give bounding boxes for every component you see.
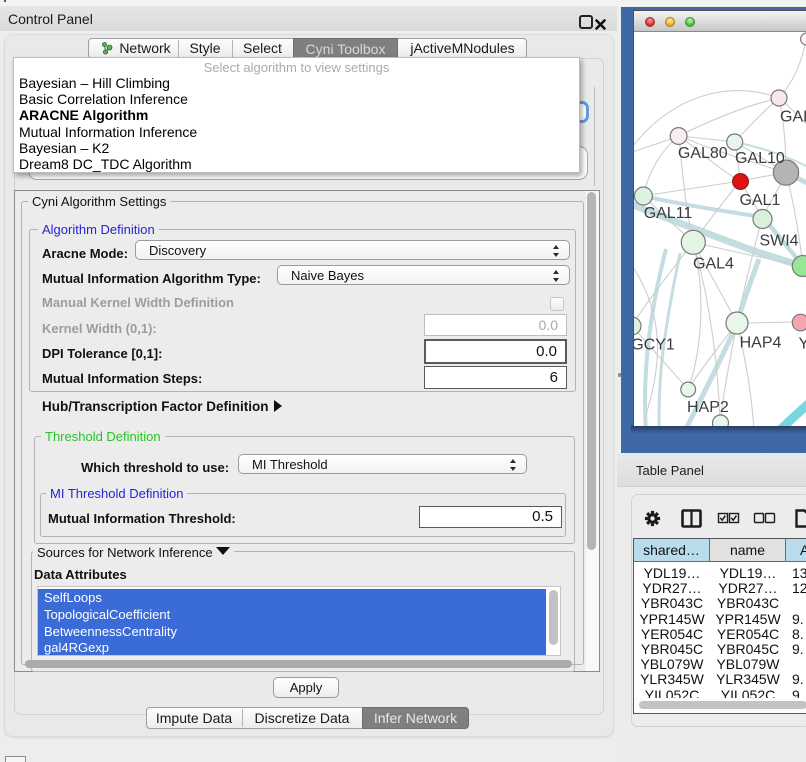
- svg-text:HAP2: HAP2: [687, 399, 729, 416]
- svg-text:HAP4: HAP4: [740, 335, 782, 352]
- svg-text:GAL11: GAL11: [644, 205, 693, 222]
- svg-text:YJ: YJ: [799, 336, 806, 353]
- svg-text:GCY1: GCY1: [634, 337, 675, 354]
- svg-text:GAL1: GAL1: [739, 192, 780, 209]
- svg-text:GAL80: GAL80: [678, 145, 728, 162]
- svg-text:GAL7: GAL7: [780, 109, 806, 126]
- svg-text:GAL4: GAL4: [693, 255, 734, 272]
- svg-text:GAL10: GAL10: [735, 150, 785, 167]
- svg-text:SWI4: SWI4: [759, 233, 798, 250]
